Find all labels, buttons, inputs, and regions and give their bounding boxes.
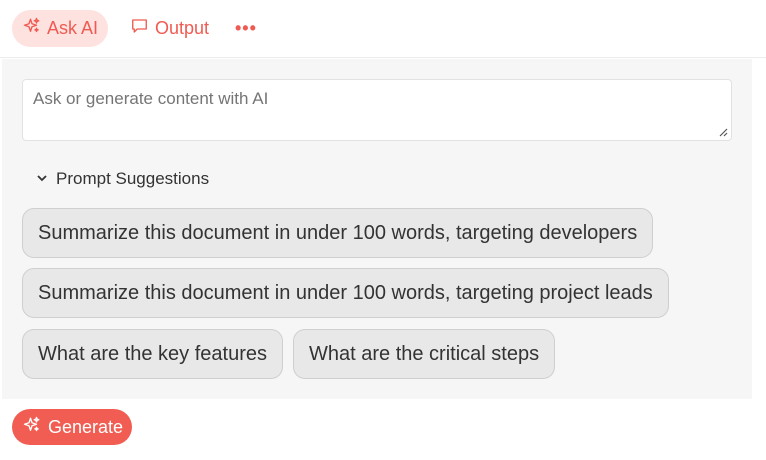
suggestion-chip[interactable]: Summarize this document in under 100 wor… [22,208,653,258]
tab-output-label: Output [155,18,210,38]
sparkle-icon [23,17,41,40]
generate-button-label: Generate [48,416,124,437]
tab-ask-ai[interactable]: Ask AI [12,10,108,47]
prompt-input[interactable] [22,79,732,141]
more-options-icon[interactable]: ••• [235,10,257,47]
ask-ai-panel: Prompt Suggestions Summarize this docume… [2,59,752,399]
suggestion-chip[interactable]: What are the critical steps [293,329,555,379]
prompt-suggestions-title: Prompt Suggestions [56,169,210,188]
tab-output[interactable]: Output [130,10,209,47]
suggestion-chip[interactable]: Summarize this document in under 100 wor… [22,268,669,318]
sparkle-icon [23,416,41,439]
prompt-suggestions-toggle[interactable]: Prompt Suggestions [36,169,209,189]
tab-ask-ai-label: Ask AI [47,18,99,38]
resize-grip-icon[interactable] [718,127,728,137]
generate-button[interactable]: Generate [12,409,132,445]
comment-icon [130,17,149,40]
chevron-down-icon [36,169,48,189]
suggestion-chip[interactable]: What are the key features [22,329,283,379]
toolbar: Ask AI Output ••• [0,0,766,58]
